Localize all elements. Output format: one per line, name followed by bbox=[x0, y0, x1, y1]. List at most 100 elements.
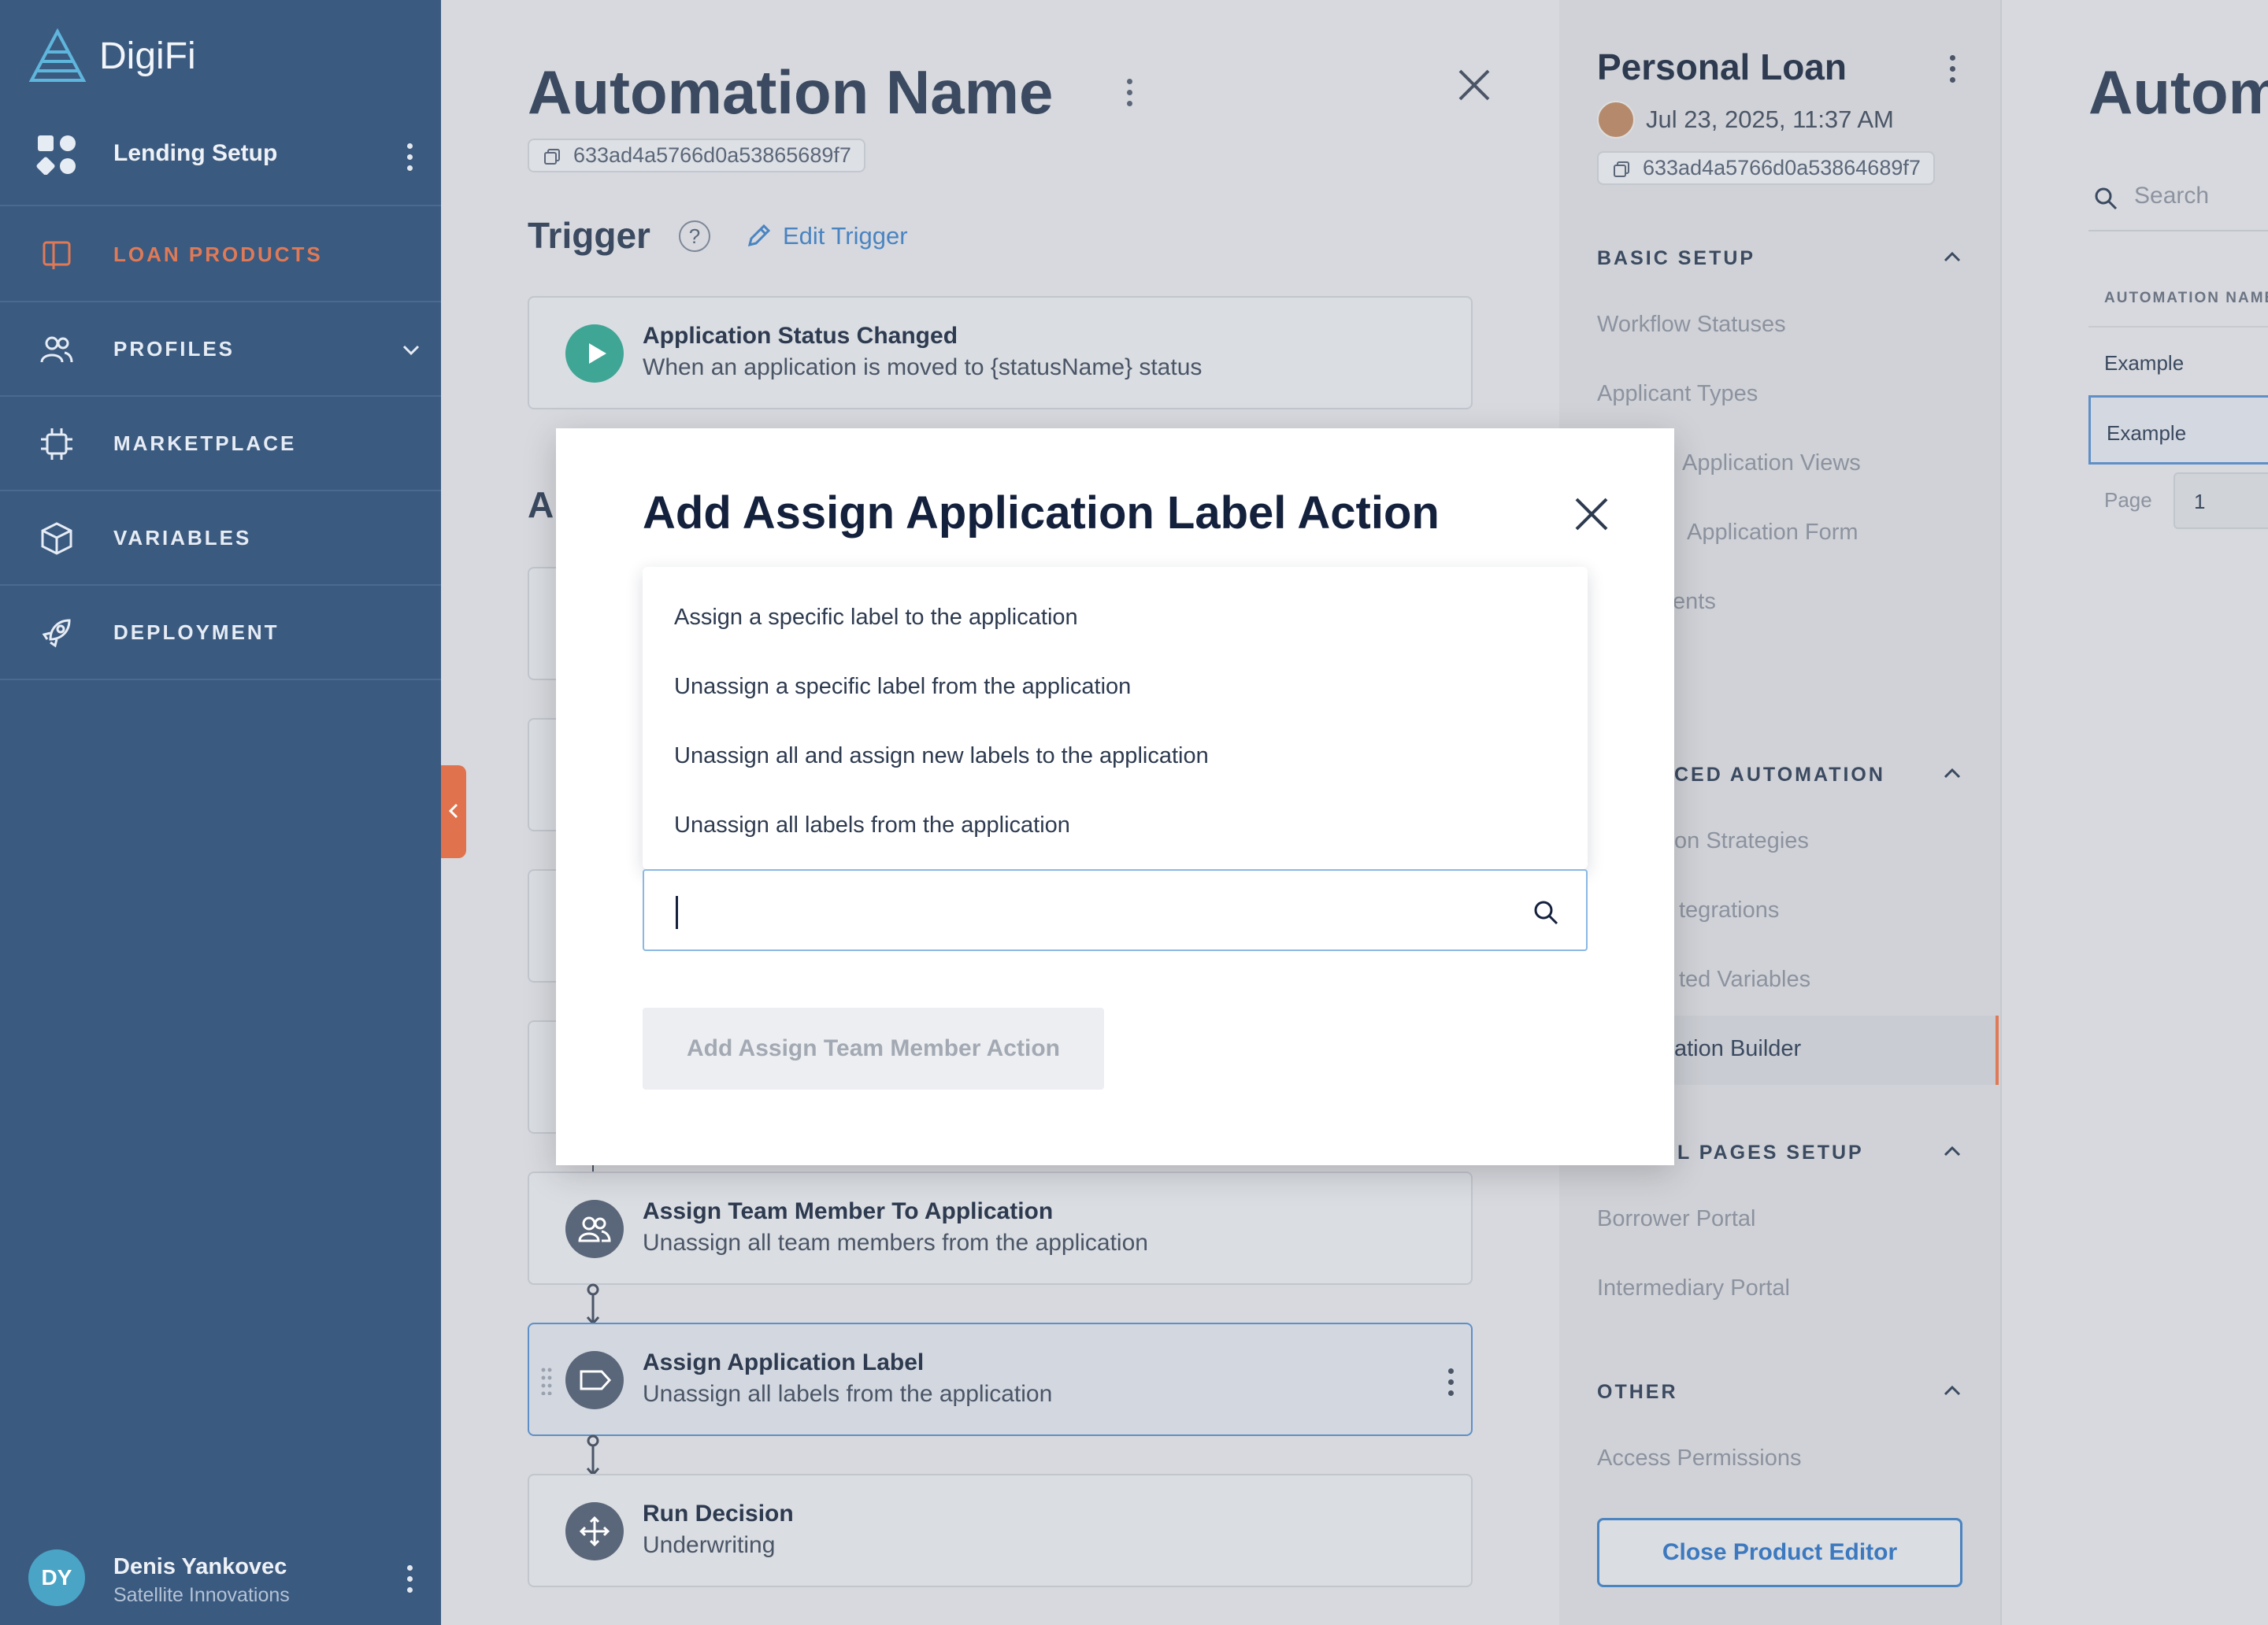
nav-automation-builder[interactable]: ation Builder bbox=[1674, 1036, 1801, 1062]
dropdown-option[interactable]: Unassign a specific label from the appli… bbox=[643, 652, 1588, 721]
chip-icon bbox=[41, 428, 72, 460]
action-subtitle: Unassign all labels from the application bbox=[643, 1381, 1053, 1407]
table-row[interactable]: Example bbox=[2088, 326, 2268, 395]
action-card-assign-application-label[interactable]: Assign Application Label Unassign all la… bbox=[528, 1323, 1473, 1436]
edit-trigger-link[interactable]: Edit Trigger bbox=[745, 222, 908, 250]
nav-item-deployment[interactable]: DEPLOYMENT bbox=[0, 586, 441, 680]
chevron-up-icon[interactable] bbox=[1942, 1142, 1962, 1162]
trigger-subtitle: When an application is moved to {statusN… bbox=[643, 354, 1203, 380]
automation-search-input[interactable]: Search bbox=[2134, 183, 2209, 209]
close-icon[interactable] bbox=[1455, 66, 1493, 104]
brand[interactable]: DigiFi bbox=[28, 28, 196, 83]
user-profile[interactable]: DY Denis Yankovec Satellite Innovations bbox=[28, 1549, 438, 1612]
nav-item-loan-products[interactable]: LOAN PRODUCTS bbox=[0, 208, 441, 302]
trigger-heading: Trigger bbox=[528, 215, 650, 256]
pencil-icon bbox=[747, 224, 771, 247]
nav-label: PROFILES bbox=[113, 337, 235, 361]
action-type-search-input[interactable] bbox=[676, 887, 1510, 937]
nav-item-variables[interactable]: VARIABLES bbox=[0, 491, 441, 586]
edit-trigger-label: Edit Trigger bbox=[783, 222, 908, 250]
brand-name: DigiFi bbox=[99, 35, 196, 77]
action-card-run-decision[interactable]: Run Decision Underwriting bbox=[528, 1474, 1473, 1587]
action-title: Run Decision bbox=[643, 1501, 794, 1527]
action-card-assign-team-member[interactable]: Assign Team Member To Application Unassi… bbox=[528, 1172, 1473, 1285]
nav-label: MARKETPLACE bbox=[113, 431, 297, 455]
nav-access-permissions[interactable]: Access Permissions bbox=[1597, 1445, 1801, 1471]
nav-documents[interactable]: ents bbox=[1673, 589, 1716, 615]
nav-intermediary-portal[interactable]: Intermediary Portal bbox=[1597, 1275, 1790, 1301]
action-subtitle: Unassign all team members from the appli… bbox=[643, 1230, 1148, 1256]
product-title: Personal Loan bbox=[1597, 46, 1847, 87]
add-action-modal: Add Assign Application Label Action Assi… bbox=[556, 428, 1674, 1165]
product-date: Jul 23, 2025, 11:37 AM bbox=[1646, 105, 1894, 133]
play-icon bbox=[565, 324, 624, 383]
automation-menu-icon[interactable] bbox=[1121, 79, 1137, 106]
help-icon[interactable]: ? bbox=[679, 220, 710, 252]
table-row[interactable]: Example bbox=[2088, 395, 2268, 465]
cube-icon bbox=[41, 522, 72, 555]
user-name: Denis Yankovec bbox=[113, 1554, 287, 1579]
copy-icon bbox=[544, 149, 560, 165]
section-other[interactable]: OTHER bbox=[1597, 1381, 1678, 1404]
chevron-down-icon[interactable] bbox=[400, 339, 422, 361]
user-org: Satellite Innovations bbox=[113, 1584, 290, 1606]
action-type-dropdown: Assign a specific label to the applicati… bbox=[643, 567, 1588, 869]
search-icon bbox=[2095, 187, 2118, 210]
page-number-input[interactable]: 1 bbox=[2174, 472, 2268, 529]
lending-setup-label: Lending Setup bbox=[113, 140, 278, 166]
nav-application-views[interactable]: Application Views bbox=[1682, 450, 1861, 476]
column-header-automation-name[interactable]: AUTOMATION NAME bbox=[2104, 290, 2268, 307]
nav-decision-strategies[interactable]: on Strategies bbox=[1674, 828, 1809, 854]
add-action-button[interactable]: Add Assign Team Member Action bbox=[643, 1008, 1104, 1090]
nav-label: VARIABLES bbox=[113, 526, 252, 550]
lending-setup-menu-icon[interactable] bbox=[402, 143, 417, 171]
nav-borrower-portal[interactable]: Borrower Portal bbox=[1597, 1206, 1755, 1232]
nav-item-profiles[interactable]: PROFILES bbox=[0, 302, 441, 397]
avatar: DY bbox=[28, 1549, 85, 1606]
chevron-left-icon bbox=[448, 803, 458, 819]
nav-integrations[interactable]: tegrations bbox=[1679, 898, 1779, 924]
section-basic-setup[interactable]: BASIC SETUP bbox=[1597, 247, 1755, 270]
automation-list-title: Autom bbox=[2088, 57, 2268, 127]
user-avatar bbox=[1597, 101, 1635, 139]
nav-calculated-variables[interactable]: ted Variables bbox=[1679, 967, 1810, 993]
people-icon bbox=[565, 1200, 624, 1258]
automation-id: 633ad4a5766d0a53865689f7 bbox=[573, 143, 851, 167]
automation-id-chip[interactable]: 633ad4a5766d0a53865689f7 bbox=[528, 139, 865, 172]
connector-arrow-icon bbox=[586, 1434, 600, 1477]
close-product-editor-button[interactable]: Close Product Editor bbox=[1597, 1518, 1962, 1587]
close-icon[interactable] bbox=[1572, 494, 1611, 534]
search-underline bbox=[2088, 230, 2268, 231]
chevron-up-icon[interactable] bbox=[1942, 1381, 1962, 1401]
connector-arrow-icon bbox=[586, 1283, 600, 1326]
trigger-card[interactable]: Application Status Changed When an appli… bbox=[528, 296, 1473, 409]
chevron-up-icon[interactable] bbox=[1942, 764, 1962, 784]
lending-setup-header[interactable]: Lending Setup bbox=[0, 118, 441, 206]
people-icon bbox=[40, 336, 73, 363]
nav-item-marketplace[interactable]: MARKETPLACE bbox=[0, 397, 441, 491]
product-id-chip[interactable]: 633ad4a5766d0a53864689f7 bbox=[1597, 151, 1935, 185]
trigger-title: Application Status Changed bbox=[643, 323, 958, 349]
page-label: Page bbox=[2104, 488, 2152, 512]
sidebar-nav: LOAN PRODUCTS PROFILES MARKETPLACE VARIA… bbox=[0, 208, 441, 680]
digifi-logo-icon bbox=[28, 28, 87, 82]
nav-applicant-types[interactable]: Applicant Types bbox=[1597, 381, 1758, 407]
dropdown-option[interactable]: Assign a specific label to the applicati… bbox=[643, 583, 1588, 652]
rocket-icon bbox=[42, 619, 71, 648]
section-advanced-automation[interactable]: CED AUTOMATION bbox=[1674, 764, 1885, 787]
action-type-search[interactable] bbox=[643, 869, 1588, 951]
user-menu-icon[interactable] bbox=[402, 1565, 417, 1593]
dropdown-option[interactable]: Unassign all labels from the application bbox=[643, 790, 1588, 860]
nav-application-form[interactable]: Application Form bbox=[1687, 520, 1858, 546]
search-icon bbox=[1534, 901, 1558, 925]
chevron-up-icon[interactable] bbox=[1942, 247, 1962, 268]
drag-handle-icon[interactable] bbox=[540, 1367, 553, 1395]
nav-workflow-statuses[interactable]: Workflow Statuses bbox=[1597, 312, 1786, 338]
dropdown-option[interactable]: Unassign all and assign new labels to th… bbox=[643, 721, 1588, 790]
action-menu-icon[interactable] bbox=[1443, 1368, 1458, 1396]
copy-icon bbox=[1614, 161, 1629, 177]
section-portal-pages-setup[interactable]: L PAGES SETUP bbox=[1677, 1142, 1864, 1164]
product-id: 633ad4a5766d0a53864689f7 bbox=[1643, 156, 1921, 180]
product-menu-icon[interactable] bbox=[1944, 55, 1960, 83]
collapse-sidebar-button[interactable] bbox=[441, 765, 466, 858]
